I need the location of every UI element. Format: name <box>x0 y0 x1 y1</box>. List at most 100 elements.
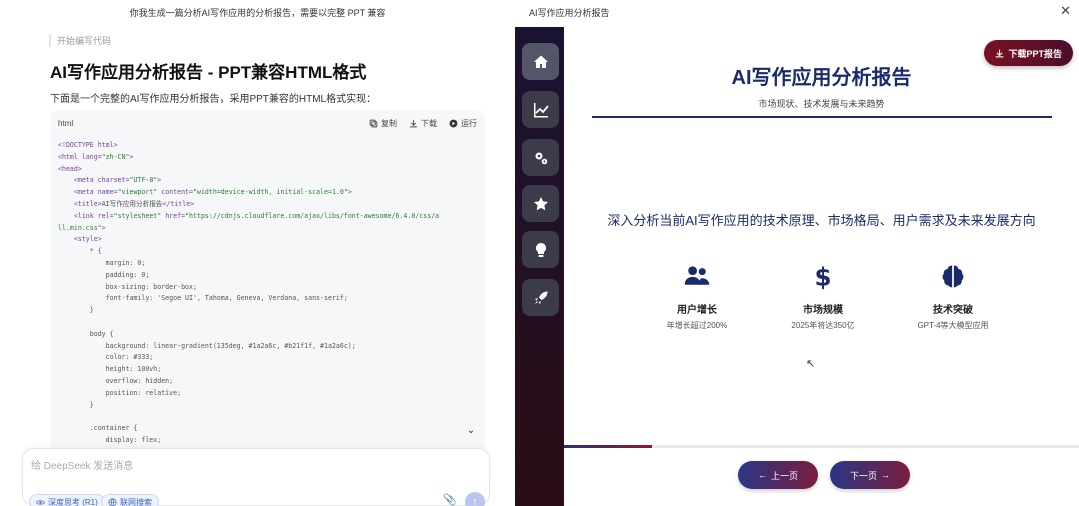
code-token: <link rel= <box>73 211 114 220</box>
code-language: html <box>58 118 74 128</box>
code-content: <!DOCTYPE html> <html lang="zh-CN"> <head>… <box>50 136 485 455</box>
code-token: <!DOCTYPE html> <box>58 141 118 149</box>
code-token: "https://cdnjs.cloudflare.com/ajax/libs/… <box>185 211 440 220</box>
code-token: padding: 0; <box>58 270 150 279</box>
code-line: padding: 0; <box>58 270 477 282</box>
code-token: <style> <box>73 235 102 244</box>
download-code-button[interactable]: 下载 <box>409 118 437 129</box>
cogs-icon <box>535 152 547 164</box>
prev-slide-button[interactable]: ← 上一页 <box>738 461 818 489</box>
chevron-down-icon[interactable]: ⌄ <box>463 423 479 439</box>
answer-intro: 下面是一个完整的AI写作应用分析报告，采用PPT兼容的HTML格式实现： <box>50 94 377 105</box>
paperclip-icon[interactable]: 📎 <box>443 493 457 506</box>
code-token: "zh-CN" <box>101 152 130 161</box>
next-slide-button[interactable]: 下一页 → <box>830 461 910 489</box>
arrow-right-icon: → <box>881 470 890 480</box>
nav-cogs-button[interactable] <box>522 139 559 176</box>
code-line: color: #333; <box>58 352 477 364</box>
copy-button[interactable]: 复制 <box>369 118 397 129</box>
code-line: box-sizing: border-box; <box>58 282 477 294</box>
code-line: font-family: 'Segoe UI', Tahoma, Geneva,… <box>58 293 477 305</box>
code-token: <head> <box>58 164 82 173</box>
code-line: } <box>58 305 477 317</box>
code-token: font-family: 'Segoe UI', Tahoma, Geneva,… <box>58 294 348 303</box>
code-token: > <box>101 223 106 232</box>
run-button[interactable]: 运行 <box>449 118 477 129</box>
code-token: </title> <box>162 199 195 208</box>
chat-title: 你我生成一篇分析AI写作应用的分析报告，需要以完整 PPT 兼容 <box>129 8 386 18</box>
chart-line-icon <box>533 102 549 117</box>
feature-label: 市场规模 <box>803 305 843 316</box>
code-line: <!DOCTYPE html> <box>58 140 477 152</box>
code-line: body { <box>58 329 477 341</box>
code-token: overflow: hidden; <box>58 376 174 385</box>
code-token: "width=device-width, initial-scale=1.0" <box>193 188 348 197</box>
code-token: "viewport" <box>117 188 158 197</box>
code-line: <html lang="zh-CN"> <box>58 152 477 164</box>
slide-subtitle: 市场现状、技术发展与未来趋势 <box>758 99 885 109</box>
download-icon <box>996 49 1004 57</box>
nav-rocket-button[interactable] <box>522 279 559 316</box>
code-token: "UTF-8" <box>129 176 158 185</box>
code-token: display: flex; <box>58 435 162 444</box>
code-token: box-sizing: border-box; <box>58 282 197 291</box>
code-token: "stylesheet" <box>113 211 162 220</box>
prev-slide-label: 上一页 <box>770 470 798 481</box>
code-hint: 开始编写代码 <box>49 34 111 47</box>
code-token: } <box>58 400 94 409</box>
code-token: AI写作应用分析报告 <box>101 199 163 208</box>
brain-icon <box>942 265 964 288</box>
code-line: background: linear-gradient(135deg, #1a2… <box>58 341 477 353</box>
code-line: display: flex; <box>58 435 477 447</box>
home-icon <box>533 55 548 68</box>
deep-think-toggle[interactable]: 深度思考 (R1) <box>29 494 105 506</box>
code-token: margin: 0; <box>58 258 146 267</box>
code-line: position: relative; <box>58 388 477 400</box>
title-divider <box>592 116 1052 118</box>
users-icon <box>684 266 710 285</box>
copy-icon <box>369 119 378 127</box>
web-search-toggle[interactable]: 联网搜索 <box>101 494 159 506</box>
dollar-icon: $ <box>814 263 831 292</box>
send-button[interactable]: ↑ <box>465 492 485 506</box>
code-token: height: 100vh; <box>58 365 162 374</box>
slide-progress-fill <box>564 445 652 448</box>
slide-sidebar <box>515 27 564 506</box>
globe-icon <box>108 498 117 506</box>
code-token: body { <box>58 329 114 338</box>
code-token: .container { <box>58 424 138 433</box>
preview-title: AI写作应用分析报告 <box>529 8 610 18</box>
code-line: margin: 0; <box>58 258 477 270</box>
nav-idea-button[interactable] <box>522 231 559 268</box>
nav-chart-button[interactable] <box>522 91 559 128</box>
rocket-icon <box>534 291 547 304</box>
preview-header: AI写作应用分析报告 ✕ <box>515 0 1079 27</box>
nav-star-button[interactable] <box>522 185 559 222</box>
close-icon[interactable]: ✕ <box>1060 3 1071 19</box>
star-icon <box>533 196 548 210</box>
download-code-label: 下载 <box>421 118 437 128</box>
code-token: > <box>347 188 352 197</box>
feature-card: $ 市场规模 2025年将达350亿 <box>748 262 898 331</box>
code-token: } <box>58 306 94 315</box>
code-line: <meta name="viewport" content="width=dev… <box>58 187 477 199</box>
slide-lead-text: 深入分析当前AI写作应用的技术原理、市场格局、用户需求及未来发展方向 <box>607 213 1036 228</box>
nav-home-button[interactable] <box>522 43 559 80</box>
chat-input[interactable] <box>31 458 411 474</box>
code-line: overflow: hidden; <box>58 376 477 388</box>
copy-label: 复制 <box>381 118 397 128</box>
code-token: <html lang= <box>58 152 102 161</box>
code-block-header: html 复制 下载 运行 <box>50 110 485 136</box>
slide-progress <box>564 445 1079 448</box>
download-icon <box>410 119 417 127</box>
code-token: content= <box>157 188 193 197</box>
slide-canvas: 下载PPT报告 AI写作应用分析报告 市场现状、技术发展与未来趋势 深入分析当前… <box>564 27 1079 506</box>
code-line: * { <box>58 246 477 258</box>
run-label: 运行 <box>461 118 477 128</box>
